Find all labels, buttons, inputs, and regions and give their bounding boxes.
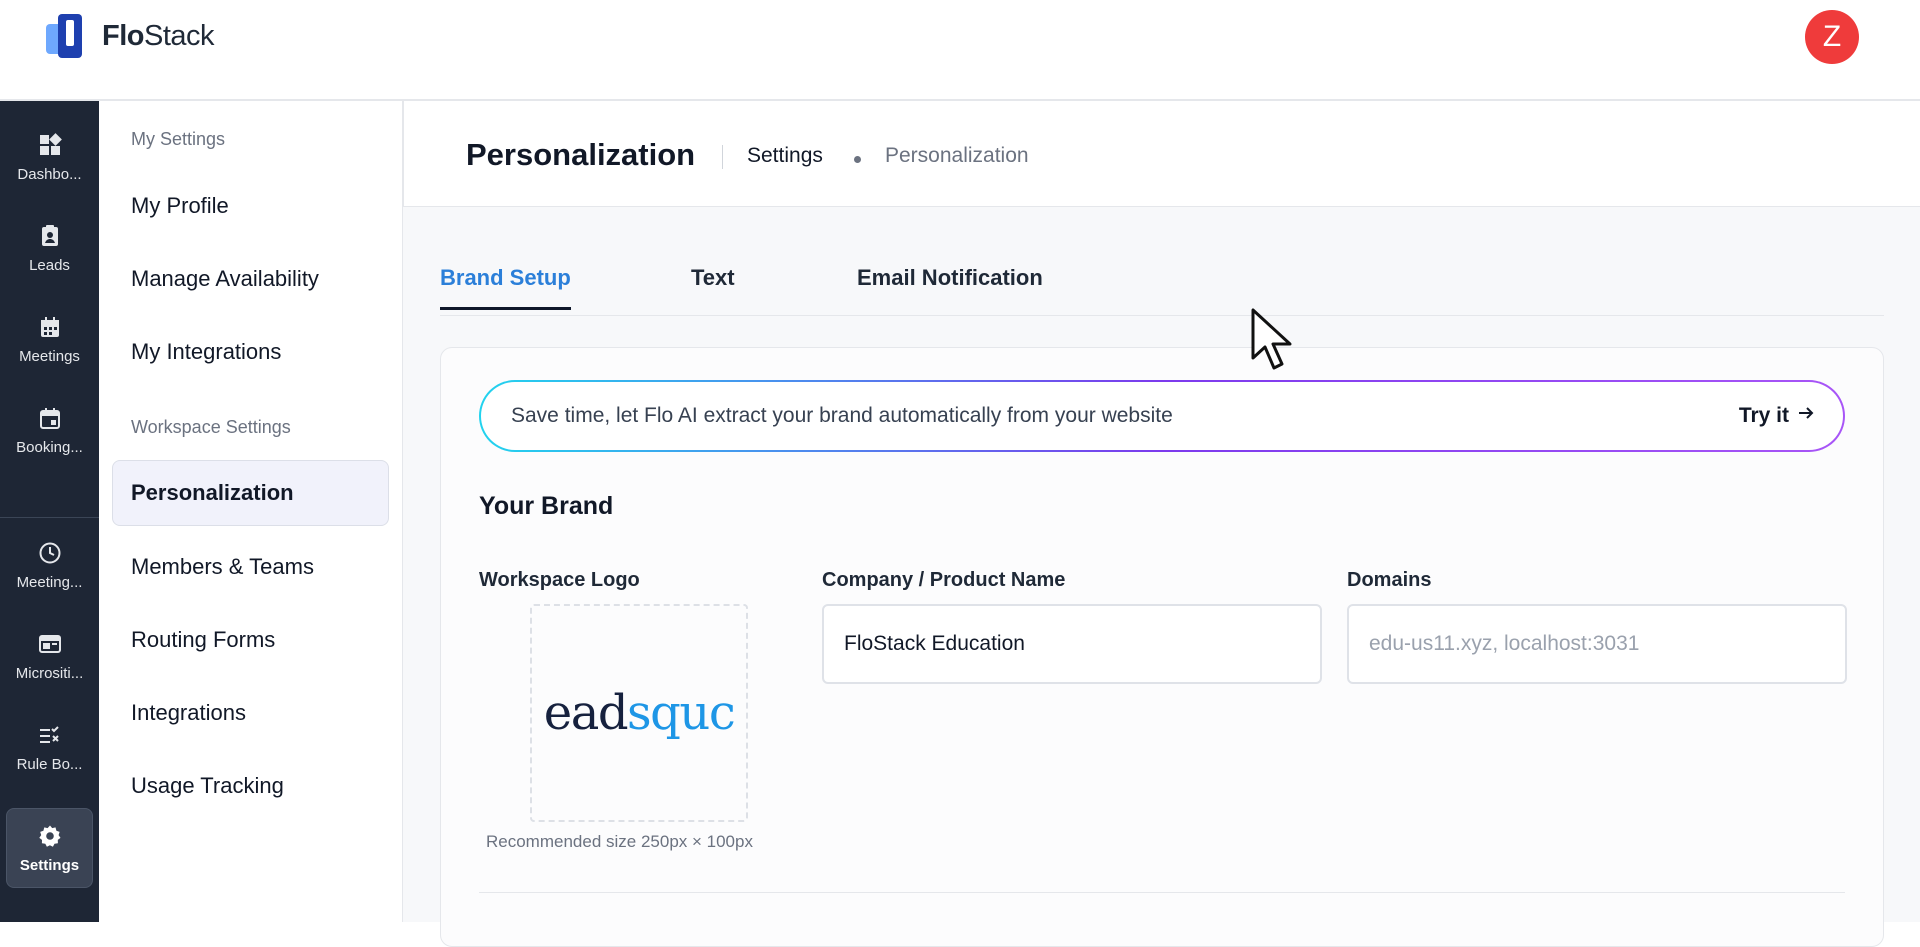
nav-item-usage-tracking[interactable]: Usage Tracking [131,773,284,799]
workspace-logo-label: Workspace Logo [479,569,640,591]
icon-rail: Dashbo... Leads Meetings Booking... Meet… [0,101,99,922]
brand-setup-card: Save time, let Flo AI extract your brand… [440,347,1884,947]
tab-text[interactable]: Text [691,265,735,307]
domains-input[interactable]: edu-us11.xyz, localhost:3031 [1347,604,1847,684]
rules-icon [37,722,63,748]
rail-item-meeting-types[interactable]: Meeting... [6,525,93,605]
breadcrumb-settings[interactable]: Settings [747,144,823,168]
mouse-cursor-icon [1250,308,1294,377]
gear-icon [37,823,63,849]
rail-item-booking[interactable]: Booking... [6,390,93,470]
rail-item-dashboard[interactable]: Dashbo... [6,117,93,197]
breadcrumb-current: Personalization [885,144,1029,167]
workspace-settings-heading: Workspace Settings [131,417,291,437]
my-settings-heading: My Settings [131,129,226,149]
flostack-logo-icon [44,12,92,60]
clipboard-user-icon [37,223,63,249]
rail-label: Rule Bo... [16,755,83,773]
app-name: FloStack [102,19,215,52]
company-name-input[interactable]: FloStack Education [822,604,1322,684]
logo-size-hint: Recommended size 250px × 100px [486,832,753,851]
tab-email-notification[interactable]: Email Notification [857,265,1043,307]
rail-item-rule-book[interactable]: Rule Bo... [6,707,93,787]
app-logo[interactable]: FloStack [44,12,215,60]
rail-divider [0,517,99,518]
ai-banner-text: Save time, let Flo AI extract your brand… [511,404,1173,427]
nav-item-integrations[interactable]: Integrations [131,700,246,726]
calendar-event-icon [37,405,63,431]
rail-label: Meeting... [16,573,83,591]
calendar-icon [37,314,63,340]
rail-item-leads[interactable]: Leads [6,208,93,288]
rail-label: Settings [19,856,80,874]
rail-label: Leads [29,256,70,274]
breadcrumb-separator [722,145,723,169]
rail-label: Micrositi... [15,664,84,682]
page-title: Personalization [466,137,696,172]
tab-bar: Brand Setup Text Email Notification [440,261,1884,316]
your-brand-heading: Your Brand [479,492,614,520]
arrow-right-icon [1797,404,1815,428]
browser-icon [37,631,63,657]
nav-item-routing-forms[interactable]: Routing Forms [131,627,275,653]
domains-label: Domains [1347,569,1432,591]
top-bar: FloStack Z [0,0,1920,101]
workspace-logo-upload[interactable]: eadsquc [530,604,748,822]
nav-item-members-teams[interactable]: Members & Teams [131,554,314,580]
nav-item-manage-availability[interactable]: Manage Availability [131,266,319,292]
dashboard-icon [37,132,63,158]
nav-item-my-profile[interactable]: My Profile [131,193,229,219]
user-avatar[interactable]: Z [1805,10,1859,64]
main-content: Personalization Settings Personalization… [403,101,1920,947]
card-divider [479,892,1845,893]
rail-item-meetings[interactable]: Meetings [6,299,93,379]
rail-label: Booking... [16,438,83,456]
rail-item-settings[interactable]: Settings [6,808,93,888]
nav-item-personalization[interactable]: Personalization [112,460,389,526]
breadcrumb-dot [854,156,861,163]
company-name-label: Company / Product Name [822,569,1066,591]
rail-label: Dashbo... [17,165,82,183]
try-it-button[interactable]: Try it [1739,404,1815,428]
ai-brand-banner[interactable]: Save time, let Flo AI extract your brand… [479,380,1845,452]
settings-nav: My Settings My Profile Manage Availabili… [99,101,403,922]
page-header: Personalization Settings Personalization [403,101,1920,207]
nav-item-my-integrations[interactable]: My Integrations [131,339,281,365]
rail-item-microsites[interactable]: Micrositi... [6,616,93,696]
logo-preview-image: eadsquc [543,685,736,741]
tab-brand-setup[interactable]: Brand Setup [440,265,571,310]
rail-label: Meetings [19,347,80,365]
clock-icon [37,540,63,566]
